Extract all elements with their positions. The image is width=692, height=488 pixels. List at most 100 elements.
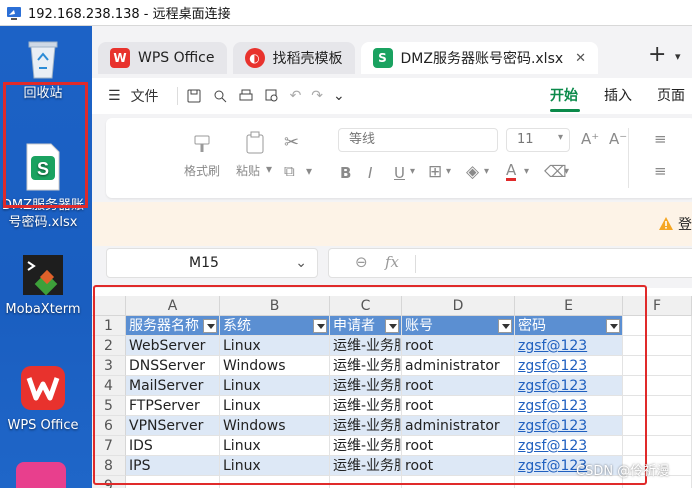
new-tab-icon[interactable]: + [648,42,666,67]
table-cell[interactable]: administrator [402,416,515,436]
ribbon-tab-start[interactable]: 开始 [550,85,578,105]
filter-dropdown-icon[interactable] [498,319,512,333]
table-cell[interactable]: zgsf@123 [515,416,623,436]
empty-cell[interactable] [623,356,692,376]
file-menu[interactable]: 文件 [131,86,159,106]
filter-dropdown-icon[interactable] [203,319,217,333]
cut-icon[interactable]: ✂ [284,132,299,153]
column-header-f[interactable]: F [623,296,692,316]
spreadsheet-grid[interactable]: A B C D E F 1 服务器名称 系统 申请者 账号 密码 2 WebServer Linux 运维-业… [92,288,692,488]
align-top-icon[interactable]: ≡ [654,130,667,148]
fill-color-icon[interactable]: ◈ [466,162,479,182]
hamburger-icon[interactable]: ☰ [108,88,121,104]
print-icon[interactable] [238,88,254,104]
decrease-font-icon[interactable]: A⁻ [609,130,627,148]
clear-dropdown-icon[interactable]: ▾ [564,166,569,177]
column-header-d[interactable]: D [402,296,515,316]
table-header-cell[interactable]: 服务器名称 [126,316,220,336]
tab-docer-templates[interactable]: ◐ 找稻壳模板 [232,42,355,74]
paste-icon[interactable] [242,130,268,156]
close-tab-icon[interactable]: ✕ [575,51,586,66]
table-cell[interactable]: root [402,436,515,456]
row-header[interactable]: 2 [92,336,126,356]
table-cell[interactable]: zgsf@123 [515,396,623,416]
fx-icon[interactable]: fx [385,253,399,271]
table-cell[interactable]: root [402,336,515,356]
table-cell[interactable]: 运维-业务服务器 [330,416,402,436]
table-cell[interactable]: MailServer [126,376,220,396]
table-cell[interactable]: DNSServer [126,356,220,376]
row-header[interactable]: 9 [92,476,126,488]
empty-cell[interactable] [623,436,692,456]
table-cell[interactable]: 运维-业务服务器 [330,456,402,476]
copy-icon[interactable]: ⧉ [284,162,295,180]
table-header-cell[interactable]: 系统 [220,316,330,336]
font-size-chevron-icon[interactable]: ▾ [558,132,563,143]
border-dropdown-icon[interactable]: ▾ [446,166,451,177]
table-cell[interactable]: 运维-业务服务器 [330,356,402,376]
font-family-select[interactable]: 等线 [338,128,498,152]
table-cell[interactable]: zgsf@123 [515,356,623,376]
select-all-corner[interactable] [92,296,126,316]
table-cell[interactable]: 运维-业务服务器 [330,396,402,416]
table-cell[interactable]: root [402,396,515,416]
column-header-a[interactable]: A [126,296,220,316]
table-cell[interactable]: IPS [126,456,220,476]
empty-cell[interactable] [330,476,402,488]
align-left-icon[interactable]: ≡ [654,162,667,180]
save-icon[interactable] [186,88,202,104]
more-chevron-icon[interactable]: ⌄ [333,88,345,104]
row-header[interactable]: 6 [92,416,126,436]
italic-icon[interactable]: I [368,164,372,182]
empty-cell[interactable] [126,476,220,488]
font-color-icon[interactable]: A [506,162,517,181]
table-cell[interactable]: zgsf@123 [515,336,623,356]
column-header-e[interactable]: E [515,296,623,316]
chevron-down-icon[interactable]: ⌄ [295,249,307,277]
table-cell[interactable]: zgsf@123 [515,376,623,396]
column-header-c[interactable]: C [330,296,402,316]
increase-font-icon[interactable]: A⁺ [581,130,599,148]
paste-dropdown-icon[interactable]: ▾ [266,162,272,176]
table-cell[interactable]: root [402,456,515,476]
filter-dropdown-icon[interactable] [606,319,620,333]
table-cell[interactable]: WebServer [126,336,220,356]
table-cell[interactable]: Linux [220,436,330,456]
empty-cell[interactable] [623,316,692,336]
table-cell[interactable]: Linux [220,336,330,356]
filter-dropdown-icon[interactable] [385,319,399,333]
table-cell[interactable]: administrator [402,356,515,376]
empty-cell[interactable] [623,416,692,436]
table-cell[interactable]: IDS [126,436,220,456]
find-icon[interactable] [264,88,280,104]
row-header[interactable]: 7 [92,436,126,456]
row-header[interactable]: 5 [92,396,126,416]
redo-icon[interactable]: ↷ [311,88,323,104]
cell-name-box[interactable]: M15 ⌄ [106,248,318,278]
ribbon-tab-insert[interactable]: 插入 [604,85,632,105]
bold-icon[interactable]: B [340,164,351,182]
tab-xlsx-document[interactable]: S DMZ服务器账号密码.xlsx ✕ [360,42,599,74]
column-header-b[interactable]: B [220,296,330,316]
row-header[interactable]: 3 [92,356,126,376]
ribbon-tab-page[interactable]: 页面 [657,85,685,105]
table-cell[interactable]: 运维-业务服务器 [330,376,402,396]
table-cell[interactable]: 运维-业务服务器 [330,336,402,356]
underline-dropdown-icon[interactable]: ▾ [410,166,415,177]
table-header-cell[interactable]: 账号 [402,316,515,336]
filter-dropdown-icon[interactable] [313,319,327,333]
format-painter-icon[interactable] [190,132,214,156]
copy-dropdown-icon[interactable]: ▾ [306,164,312,178]
table-cell[interactable]: Windows [220,416,330,436]
table-cell[interactable]: root [402,376,515,396]
empty-cell[interactable] [402,476,515,488]
font-color-dropdown-icon[interactable]: ▾ [524,166,529,177]
desktop-item-wps-office[interactable]: WPS Office [0,364,86,434]
formula-input[interactable]: ⊖ fx [328,248,692,278]
border-icon[interactable]: ⊞ [428,162,442,182]
table-cell[interactable]: Linux [220,456,330,476]
row-header[interactable]: 4 [92,376,126,396]
row-header[interactable]: 1 [92,316,126,336]
print-preview-icon[interactable] [212,88,228,104]
table-cell[interactable]: Linux [220,376,330,396]
